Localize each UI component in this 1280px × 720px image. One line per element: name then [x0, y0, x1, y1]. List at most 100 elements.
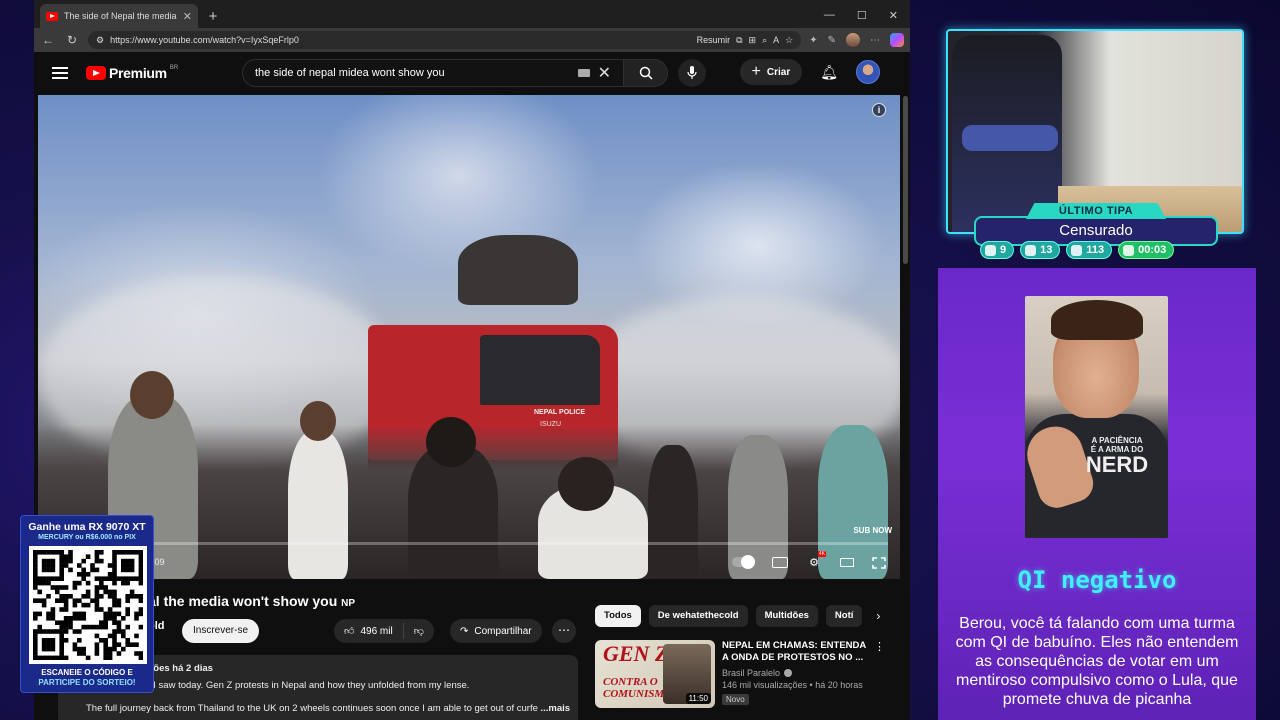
more-actions-icon[interactable]: ⋯ [552, 619, 576, 643]
video-player[interactable]: NEPAL POLICE ISUZU i SUB NOW :09 ⚙4K [38, 95, 900, 579]
description-meta: ções há 2 dias [148, 663, 213, 674]
alert-message: Berou, você tá falando com uma turma com… [955, 615, 1239, 708]
player-right-controls: ⚙ 4K [732, 551, 886, 569]
thumbs-up-icon: 👍︎ [344, 626, 355, 637]
tab-bar: The side of Nepal the media won't show y… [34, 0, 910, 28]
title-flag: NP [341, 598, 356, 609]
settings-gear-icon[interactable]: ⚙ 4K [806, 551, 826, 569]
giveaway-footer: ESCANEIE O CÓDIGO E PARTICIPE DO SORTEIO… [21, 668, 153, 688]
clear-search-icon[interactable]: ✕ [598, 63, 611, 83]
recommended-title[interactable]: NEPAL EM CHAMAS: ENTENDA A ONDA DE PROTE… [722, 640, 872, 664]
more-menu-icon[interactable]: ⋯ [870, 35, 880, 46]
site-info-icon[interactable]: ⚙ [96, 35, 104, 46]
notifications-bell-icon[interactable]: 🔔︎ [820, 64, 838, 81]
youtube-header: Premium BR the side of nepal midea wont … [34, 52, 910, 94]
copilot-icon[interactable] [890, 33, 904, 47]
recommended-video[interactable]: GEN Z CONTRA O COMUNISMO! 11:50 NEPAL EM … [595, 640, 885, 714]
twitch-count: 9 [980, 241, 1015, 259]
alert-title: QI negativo [1017, 566, 1177, 594]
share-button[interactable]: ↷ Compartilhar [450, 619, 542, 643]
player-controls: :09 ⚙ 4K [38, 545, 900, 579]
url-field[interactable]: ⚙ https://www.youtube.com/watch?v=IyxSqe… [88, 31, 802, 49]
video-title: al the media won't show you NP [148, 593, 355, 609]
close-window-icon[interactable]: ✕ [889, 9, 898, 22]
hair [1051, 300, 1143, 340]
zoom-icon[interactable]: ⌕ [762, 35, 767, 46]
theater-mode-icon[interactable] [840, 557, 854, 567]
thumbs-down-icon: 👎︎ [413, 626, 424, 637]
subtitles-icon[interactable] [772, 556, 788, 568]
filter-chips: Todos De wehatethecold Multidões Notí › [595, 605, 880, 627]
share-arrow-icon: ↷ [460, 625, 469, 637]
extensions-icon[interactable]: ✦ [809, 35, 817, 46]
verified-icon [784, 669, 793, 677]
fullscreen-icon[interactable] [872, 556, 886, 569]
maximize-icon[interactable]: ☐ [857, 9, 867, 22]
giveaway-footer-line1: ESCANEIE O CÓDIGO E [41, 668, 133, 677]
create-button[interactable]: + Criar [739, 59, 803, 85]
voice-search-button[interactable] [678, 59, 706, 87]
quality-badge: 4K [817, 551, 826, 557]
description-line: The full journey back from Thailand to t… [86, 703, 578, 714]
autoplay-toggle[interactable] [732, 555, 755, 569]
chip-channel[interactable]: De wehatethecold [648, 605, 748, 627]
last-tip-label: ÚLTIMO TIPA [1026, 203, 1166, 219]
youtube-logo[interactable]: Premium BR [86, 65, 178, 81]
giveaway-panel: Ganhe uma RX 9070 XT MERCURY ou R$6.000 … [20, 515, 154, 693]
chip-noticias[interactable]: Notí [825, 605, 863, 627]
duration-badge: 11:50 [685, 693, 711, 704]
giveaway-footer-line2: PARTICIPE DO SORTEIO! [38, 678, 136, 687]
new-tab-icon[interactable]: + [202, 6, 224, 28]
like-button[interactable]: 👍︎ 496 mil [334, 623, 404, 639]
plus-icon: + [751, 63, 761, 80]
youtube-count: 13 [1020, 241, 1061, 259]
shirt-text: A PACIÊNCIA É A ARMA DO NERD [1085, 436, 1149, 477]
qr-code [29, 546, 147, 664]
apps-icon[interactable]: ⊞ [749, 35, 757, 46]
youtube-favicon-icon [46, 11, 58, 21]
favorite-star-icon[interactable]: ☆ [785, 35, 793, 46]
kick-icon [1071, 244, 1083, 256]
user-avatar[interactable] [856, 60, 880, 84]
show-more-link[interactable]: ...mais [541, 703, 571, 714]
stream-stats: 9 13 113 00:03 [980, 241, 1175, 259]
extension-tool-icon[interactable]: ✎ [828, 35, 836, 46]
description-line: t I saw today. Gen Z protests in Nepal a… [148, 680, 470, 691]
url-text: https://www.youtube.com/watch?v=IyxSqeFr… [110, 35, 299, 45]
subscribe-button[interactable]: Inscrever-se [182, 619, 260, 643]
stream-timer: 00:03 [1118, 241, 1175, 259]
translate-icon[interactable]: ⧉ [736, 35, 742, 46]
reload-icon[interactable]: ↻ [64, 33, 80, 47]
browser-toolbar: ✦ ✎ ⋯ [809, 33, 904, 47]
chip-todos[interactable]: Todos [595, 605, 641, 627]
address-bar: ← ↻ ⚙ https://www.youtube.com/watch?v=Iy… [34, 28, 910, 52]
minimize-icon[interactable]: — [824, 9, 835, 22]
search-input[interactable]: the side of nepal midea wont show you ✕ [242, 59, 624, 87]
dislike-button[interactable]: 👎︎ [404, 625, 434, 637]
recommended-channel-name: Brasil Paralelo [722, 668, 781, 678]
tab-close-icon[interactable]: ✕ [183, 10, 192, 23]
like-dislike-group: 👍︎ 496 mil 👎︎ [334, 619, 434, 643]
tab-youtube[interactable]: The side of Nepal the media won't show y… [40, 4, 198, 28]
search-icon [639, 66, 653, 80]
search-button[interactable] [624, 59, 668, 87]
chip-multidoes[interactable]: Multidões [755, 605, 818, 627]
twitch-icon [985, 244, 996, 256]
giveaway-title: Ganhe uma RX 9070 XT [28, 521, 146, 533]
read-aloud-icon[interactable]: A [773, 35, 779, 45]
browser-window: The side of Nepal the media won't show y… [34, 0, 910, 720]
hamburger-menu-icon[interactable] [52, 67, 68, 79]
video-thumbnail[interactable]: GEN Z CONTRA O COMUNISMO! 11:50 [595, 640, 715, 708]
chevron-right-icon[interactable]: › [876, 609, 880, 623]
page-scrollbar[interactable] [903, 96, 908, 264]
resumir-button[interactable]: Resumir [697, 35, 731, 45]
info-icon[interactable]: i [872, 103, 886, 117]
recommended-info: NEPAL EM CHAMAS: ENTENDA A ONDA DE PROTE… [722, 640, 872, 714]
back-icon[interactable]: ← [40, 33, 56, 47]
keyboard-icon[interactable] [577, 69, 590, 77]
share-label: Compartilhar [474, 625, 532, 637]
profile-avatar-icon[interactable] [846, 33, 860, 47]
streamer-webcam: A PACIÊNCIA É A ARMA DO NERD [1025, 296, 1168, 538]
vertical-more-icon[interactable]: ⋮ [874, 640, 885, 653]
recommended-channel[interactable]: Brasil Paralelo [722, 668, 872, 678]
